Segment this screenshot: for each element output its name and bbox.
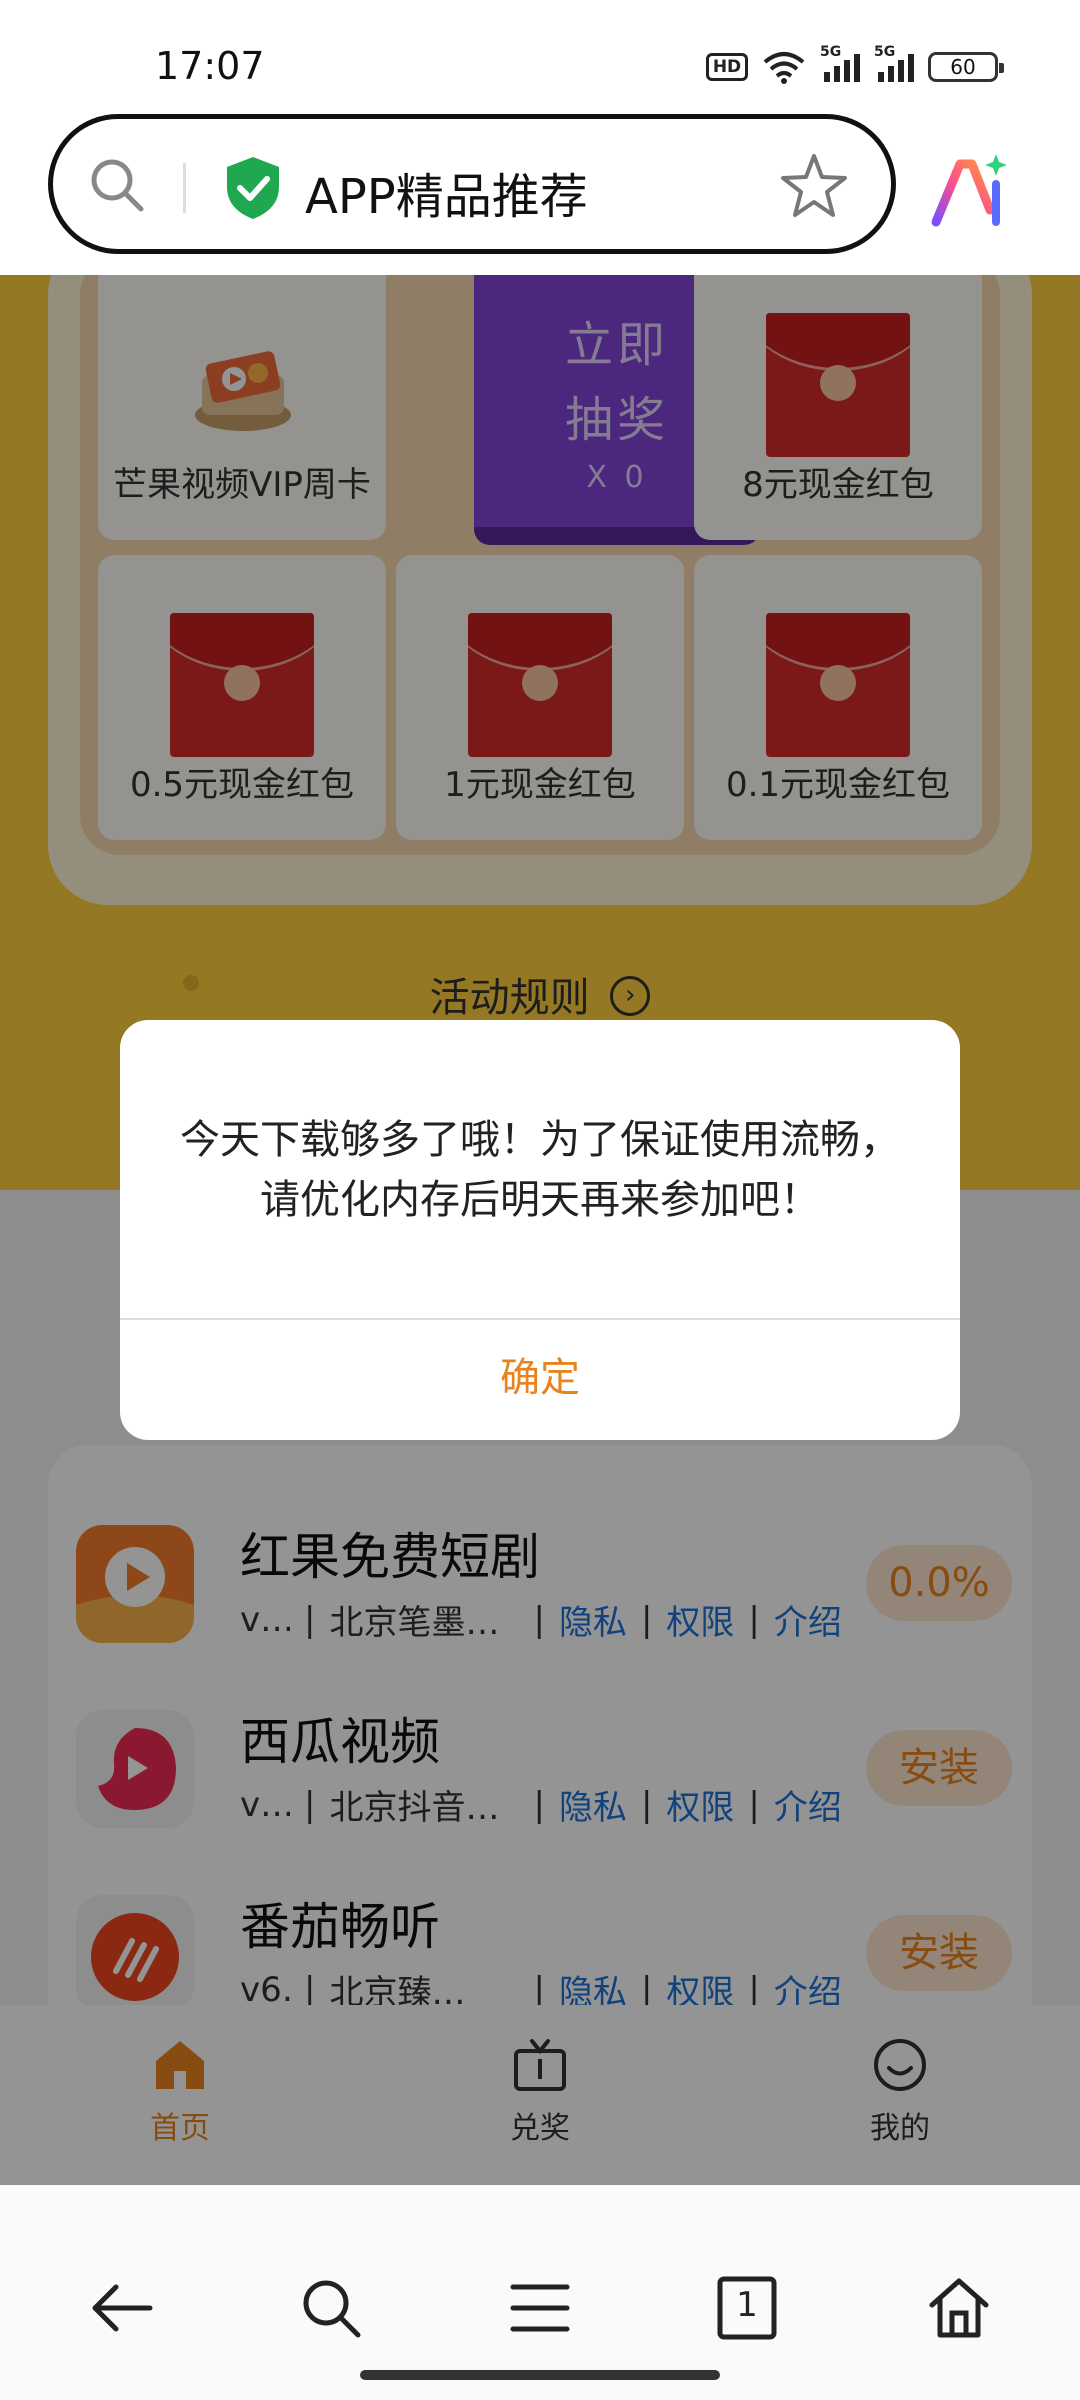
tab-count: 1 — [736, 2285, 758, 2325]
signal-icon: 5G — [820, 44, 860, 82]
secure-shield-icon — [227, 157, 279, 219]
home-indicator[interactable] — [360, 2370, 720, 2380]
search-icon[interactable] — [296, 2273, 366, 2343]
battery-icon: 60 — [928, 52, 1004, 82]
status-bar: 17:07 HD 5G 5G 60 — [0, 0, 1080, 110]
signal-icon: 5G — [874, 44, 914, 82]
search-icon[interactable] — [87, 155, 147, 215]
tabs-button[interactable]: 1 — [712, 2273, 782, 2343]
dialog-message: 今天下载够多了哦！为了保证使用流畅， 请优化内存后明天再来参加吧！ — [180, 1117, 900, 1223]
confirm-button[interactable]: 确定 — [120, 1320, 960, 1440]
status-time: 17:07 — [155, 44, 265, 88]
divider — [183, 163, 186, 213]
ai-assistant-icon[interactable] — [930, 150, 1010, 230]
star-icon[interactable] — [779, 151, 849, 221]
back-arrow-icon[interactable] — [88, 2273, 158, 2343]
address-bar[interactable]: APP精品推荐 — [48, 114, 896, 254]
menu-icon[interactable] — [505, 2273, 575, 2343]
alert-dialog: 今天下载够多了哦！为了保证使用流畅， 请优化内存后明天再来参加吧！ 确定 — [120, 1020, 960, 1440]
browser-toolbar: 1 — [0, 2185, 1080, 2400]
status-icons: HD 5G 5G 60 — [706, 44, 1004, 84]
address-bar-row: APP精品推荐 — [0, 110, 1080, 275]
home-icon[interactable] — [924, 2273, 994, 2343]
wifi-icon — [763, 52, 805, 84]
hd-icon: HD — [706, 53, 748, 81]
page-title: APP精品推荐 — [305, 169, 588, 225]
